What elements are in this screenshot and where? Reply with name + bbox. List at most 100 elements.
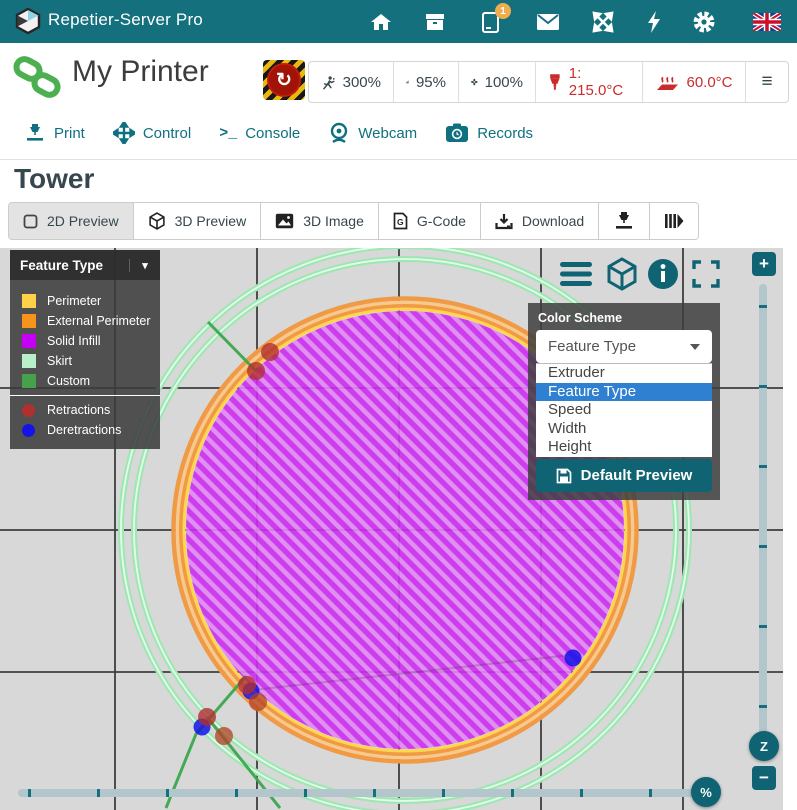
tab-control[interactable]: Control [113, 122, 191, 144]
default-preview-label: Default Preview [581, 467, 693, 484]
svg-text:G: G [397, 217, 404, 227]
legend-panel: Feature Type ▾ Perimeter External Perime… [10, 250, 160, 449]
legend-item-perimeter: Perimeter [22, 292, 160, 310]
tab-print[interactable]: Print [24, 123, 85, 143]
speed-value: 300% [343, 74, 381, 91]
legend-item-solid-infill: Solid Infill [22, 332, 160, 350]
button-3d-image[interactable]: 3D Image [261, 203, 379, 239]
archive-box-icon[interactable] [422, 9, 448, 35]
slider-tick [759, 465, 767, 468]
button-download-label: Download [522, 213, 584, 229]
color-scheme-selected: Feature Type [536, 338, 690, 355]
percent-slider-handle[interactable]: % [691, 777, 721, 807]
legend-item-external-perimeter: External Perimeter [22, 312, 160, 330]
swatch [22, 334, 36, 348]
app-title: Repetier-Server Pro [48, 10, 203, 30]
legend-item-deretractions: Deretractions [22, 421, 160, 439]
tab-records[interactable]: Records [445, 123, 533, 143]
printer-tabs: Print Control >_ Console Webcam [0, 107, 797, 160]
fan-icon [471, 72, 478, 92]
settings-gear-icon[interactable] [691, 9, 717, 35]
cube-icon [148, 212, 166, 230]
language-flag-icon[interactable] [752, 9, 782, 35]
slider-tick [235, 789, 238, 797]
color-scheme-label: Color Scheme [538, 311, 622, 325]
emergency-stop-button[interactable]: ↻ [263, 60, 305, 100]
color-scheme-panel: Color Scheme Feature Type Extruder Featu… [528, 303, 720, 500]
button-2d-preview[interactable]: 2D Preview [9, 203, 134, 239]
swatch [22, 374, 36, 388]
slider-tick [511, 789, 514, 797]
slider-tick [759, 385, 767, 388]
expand-arrows-icon[interactable] [590, 9, 616, 35]
mail-icon[interactable] [535, 9, 561, 35]
tab-webcam[interactable]: Webcam [328, 122, 417, 144]
flow-value: 95% [416, 74, 446, 91]
option-extruder[interactable]: Extruder [536, 364, 712, 383]
marker-dot [22, 404, 35, 417]
option-height[interactable]: Height [536, 438, 712, 457]
canvas-3d-cube-icon[interactable] [605, 257, 639, 296]
button-3d-preview[interactable]: 3D Preview [134, 203, 262, 239]
speed-badge[interactable]: 300% [309, 62, 394, 102]
button-layer-range[interactable] [650, 203, 698, 239]
button-download[interactable]: Download [481, 203, 599, 239]
fan-badge[interactable]: 100% [459, 62, 536, 102]
printer-status-bar: 300% 95% 100% 1: 215.0°C [308, 61, 789, 103]
slider-tick [166, 789, 169, 797]
slider-tick [304, 789, 307, 797]
legend-item-skirt: Skirt [22, 352, 160, 370]
chevron-down-icon [690, 344, 700, 350]
job-title: Tower [14, 163, 94, 195]
slider-tick [649, 789, 652, 797]
option-width[interactable]: Width [536, 420, 712, 439]
fullscreen-icon[interactable] [692, 260, 720, 293]
legend-header[interactable]: Feature Type ▾ [10, 250, 160, 280]
navbar: Repetier-Server Pro 1 [0, 0, 797, 43]
canvas-menu-icon[interactable] [560, 261, 592, 292]
slider-tick [580, 789, 583, 797]
square-outline-icon [23, 214, 38, 229]
slider-tick [373, 789, 376, 797]
tab-console[interactable]: >_ Console [219, 125, 300, 142]
tab-control-label: Control [143, 125, 191, 142]
slider-tick [442, 789, 445, 797]
flow-badge[interactable]: 95% [394, 62, 459, 102]
power-bolt-icon[interactable] [641, 9, 667, 35]
zoom-out-button[interactable]: − [752, 766, 776, 790]
extruder-temp-badge[interactable]: 1: 215.0°C [536, 62, 643, 102]
button-print-job[interactable] [599, 203, 650, 239]
layer-slider-track[interactable] [759, 284, 767, 736]
slider-tick [759, 305, 767, 308]
slider-tick [759, 545, 767, 548]
heated-bed-icon [655, 73, 679, 92]
zoom-in-button[interactable]: + [752, 252, 776, 276]
option-feature-type[interactable]: Feature Type [536, 383, 712, 402]
progress-slider-track[interactable] [18, 789, 700, 797]
info-icon[interactable] [648, 259, 678, 294]
image-icon [275, 213, 294, 229]
swatch [22, 314, 36, 328]
swatch [22, 294, 36, 308]
app-logo [14, 7, 42, 35]
legend-title: Feature Type [10, 258, 129, 273]
download-icon [495, 213, 513, 230]
option-speed[interactable]: Speed [536, 401, 712, 420]
color-scheme-select[interactable]: Feature Type [536, 330, 712, 363]
gcode-2d-preview-canvas[interactable]: Feature Type ▾ Perimeter External Perime… [0, 248, 783, 810]
preview-toolbar: 2D Preview 3D Preview 3D Image G [8, 202, 699, 240]
bed-temp-badge[interactable]: 60.0°C [643, 62, 746, 102]
layers-play-icon [664, 213, 684, 229]
printer-icon [613, 211, 635, 231]
hamburger-icon: ≡ [761, 71, 772, 93]
emergency-stop-icon: ↻ [267, 63, 301, 97]
button-gcode[interactable]: G G-Code [379, 203, 481, 239]
printer-menu-button[interactable]: ≡ [746, 62, 788, 102]
home-icon[interactable] [368, 9, 394, 35]
slider-tick [28, 789, 31, 797]
bed-temp-value: 60.0°C [686, 74, 732, 91]
z-slider-handle[interactable]: Z [749, 731, 779, 761]
extruder-temp-value: 1: 215.0°C [569, 65, 630, 99]
default-preview-button[interactable]: Default Preview [536, 459, 712, 492]
legend-divider [10, 395, 160, 396]
